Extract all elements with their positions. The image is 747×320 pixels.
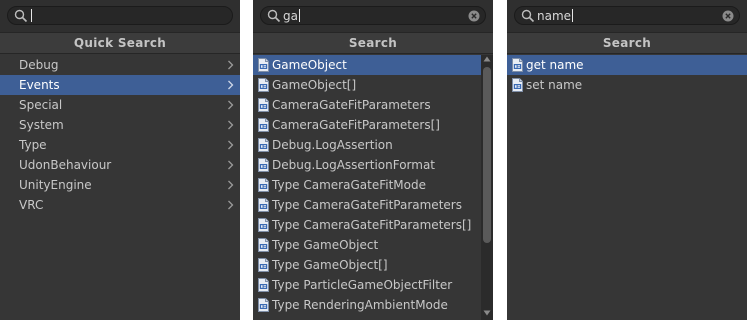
search-results-panel: ga Search GameObject GameObject[] CameraGa…: [253, 0, 493, 320]
text-caret: [31, 9, 32, 22]
result-item[interactable]: CameraGateFitParameters[]: [253, 115, 481, 135]
category-label: Type: [19, 138, 47, 152]
result-label: CameraGateFitParameters: [272, 98, 431, 112]
chevron-right-icon: [228, 100, 234, 110]
category-item[interactable]: Events: [0, 75, 240, 95]
result-label: Type RenderingAmbientMode: [272, 298, 448, 312]
result-item[interactable]: Type CameraGateFitMode: [253, 175, 481, 195]
category-item[interactable]: System: [0, 115, 240, 135]
chevron-right-icon: [228, 180, 234, 190]
csharp-file-icon: [258, 158, 269, 172]
csharp-file-icon: [512, 58, 523, 72]
category-item[interactable]: UdonBehaviour: [0, 155, 240, 175]
result-label: Type ParticleGameObjectFilter: [272, 278, 453, 292]
scroll-up-arrow-icon[interactable]: [483, 56, 491, 62]
category-item[interactable]: Type: [0, 135, 240, 155]
category-label: Events: [19, 78, 60, 92]
result-label: CameraGateFitParameters[]: [272, 118, 440, 132]
category-list: Debug Events Special System Type UdonBeh…: [0, 55, 240, 320]
search-text: [30, 8, 32, 24]
chevron-right-icon: [228, 160, 234, 170]
search-input[interactable]: [7, 6, 233, 25]
csharp-file-icon: [258, 138, 269, 152]
category-label: System: [19, 118, 64, 132]
scrollbar-thumb[interactable]: [483, 67, 491, 243]
text-caret: [572, 9, 574, 22]
search-icon: [267, 9, 281, 23]
result-item[interactable]: Type GameObject[]: [253, 255, 481, 275]
results-list: get name set name: [507, 55, 747, 320]
clear-search-icon[interactable]: [722, 10, 734, 22]
csharp-file-icon: [512, 78, 523, 92]
chevron-right-icon: [228, 120, 234, 130]
result-label: GameObject[]: [272, 78, 357, 92]
clear-search-icon[interactable]: [468, 10, 480, 22]
csharp-file-icon: [258, 178, 269, 192]
vertical-scrollbar[interactable]: [481, 55, 493, 320]
panel-header: Quick Search: [0, 32, 240, 54]
search-bar: name: [507, 0, 747, 32]
search-icon: [521, 9, 535, 23]
scroll-down-arrow-icon[interactable]: [483, 310, 491, 316]
search-input[interactable]: name: [514, 6, 740, 25]
chevron-right-icon: [228, 80, 234, 90]
result-item[interactable]: Type RenderingAmbientMode: [253, 295, 481, 315]
result-item[interactable]: CameraGateFitParameters: [253, 95, 481, 115]
result-label: get name: [526, 58, 584, 72]
search-input[interactable]: ga: [260, 6, 486, 25]
category-label: UnityEngine: [19, 178, 92, 192]
results-list: GameObject GameObject[] CameraGateFitParam…: [253, 55, 481, 320]
result-label: set name: [526, 78, 583, 92]
category-item[interactable]: UnityEngine: [0, 175, 240, 195]
csharp-file-icon: [258, 258, 269, 272]
search-icon: [14, 9, 28, 23]
csharp-file-icon: [258, 118, 269, 132]
csharp-file-icon: [258, 198, 269, 212]
result-item[interactable]: set name: [507, 75, 747, 95]
result-label: Type CameraGateFitParameters[]: [272, 218, 472, 232]
category-item[interactable]: Special: [0, 95, 240, 115]
text-caret: [298, 9, 300, 22]
chevron-right-icon: [228, 140, 234, 150]
panel-header: Search: [507, 32, 747, 54]
search-bar: [0, 0, 240, 32]
result-item[interactable]: Type GameObject: [253, 235, 481, 255]
csharp-file-icon: [258, 238, 269, 252]
csharp-file-icon: [258, 298, 269, 312]
panel-header: Search: [253, 32, 493, 54]
category-label: Special: [19, 98, 63, 112]
category-label: VRC: [19, 198, 44, 212]
result-item[interactable]: Type ParticleGameObjectFilter: [253, 275, 481, 295]
csharp-file-icon: [258, 58, 269, 72]
search-text: ga: [283, 9, 300, 23]
result-label: Type GameObject[]: [272, 258, 388, 272]
result-label: Debug.LogAssertion: [272, 138, 393, 152]
result-item[interactable]: GameObject[]: [253, 75, 481, 95]
result-item[interactable]: Type CameraGateFitParameters: [253, 195, 481, 215]
search-text: name: [537, 9, 574, 23]
result-item[interactable]: Debug.LogAssertionFormat: [253, 155, 481, 175]
result-item[interactable]: Debug.LogAssertion: [253, 135, 481, 155]
result-label: Debug.LogAssertionFormat: [272, 158, 436, 172]
result-item[interactable]: get name: [507, 55, 747, 75]
category-item[interactable]: VRC: [0, 195, 240, 215]
quick-search-panel: Quick Search Debug Events Special System…: [0, 0, 240, 320]
csharp-file-icon: [258, 98, 269, 112]
result-label: Type CameraGateFitMode: [272, 178, 426, 192]
csharp-file-icon: [258, 218, 269, 232]
result-item[interactable]: GameObject: [253, 55, 481, 75]
category-label: UdonBehaviour: [19, 158, 112, 172]
csharp-file-icon: [258, 78, 269, 92]
search-results-panel: name Search get name set name: [507, 0, 747, 320]
result-item[interactable]: Type CameraGateFitParameters[]: [253, 215, 481, 235]
category-item[interactable]: Debug: [0, 55, 240, 75]
chevron-right-icon: [228, 200, 234, 210]
chevron-right-icon: [228, 60, 234, 70]
result-label: GameObject: [272, 58, 347, 72]
search-bar: ga: [253, 0, 493, 32]
result-label: Type GameObject: [272, 238, 379, 252]
csharp-file-icon: [258, 278, 269, 292]
category-label: Debug: [19, 58, 59, 72]
result-label: Type CameraGateFitParameters: [272, 198, 462, 212]
